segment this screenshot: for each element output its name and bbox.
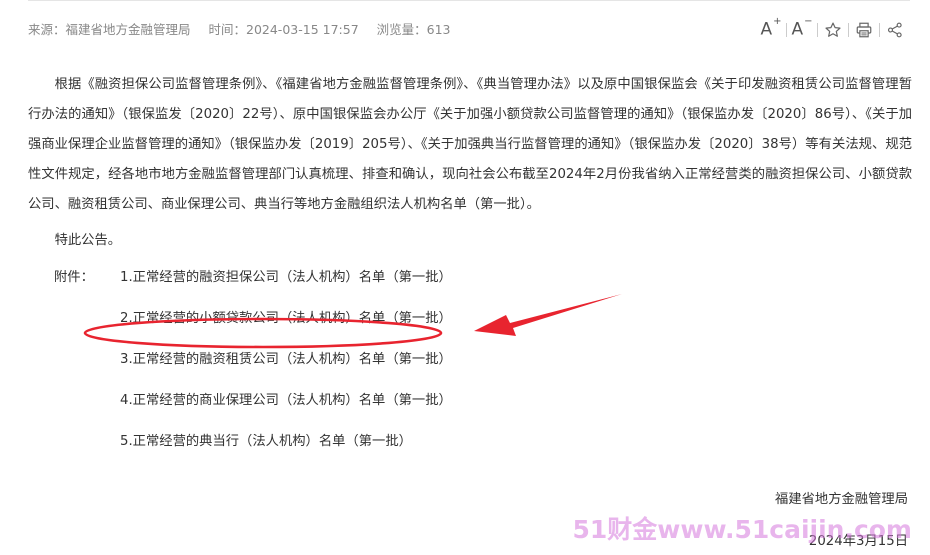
- list-item: 2.正常经营的小额贷款公司（法人机构）名单（第一批）: [28, 309, 912, 350]
- attachment-link-4[interactable]: 4.正常经营的商业保理公司（法人机构）名单（第一批）: [120, 393, 452, 408]
- list-item: 4.正常经营的商业保理公司（法人机构）名单（第一批）: [28, 391, 912, 432]
- list-item: 附件： 1.正常经营的融资担保公司（法人机构）名单（第一批）: [28, 268, 912, 309]
- list-item: 5.正常经营的典当行（法人机构）名单（第一批）: [28, 432, 912, 473]
- view-count: 浏览量：613: [376, 22, 451, 37]
- signature-date: 2024年3月15日: [808, 534, 908, 549]
- favorite-button[interactable]: [818, 17, 848, 43]
- attachment-label: 附件：: [54, 270, 94, 285]
- attachment-link-3[interactable]: 3.正常经营的融资租赁公司（法人机构）名单（第一批）: [120, 352, 452, 367]
- font-decrease-icon: A−: [791, 16, 813, 40]
- print-button[interactable]: [849, 17, 879, 43]
- printer-icon: [856, 22, 872, 38]
- article-paragraph: 根据《融资担保公司监督管理条例》、《福建省地方金融监督管理条例》、《典当管理办法…: [28, 77, 912, 212]
- article-meta: 来源：福建省地方金融管理局 时间：2024-03-15 17:57 浏览量：61…: [28, 20, 464, 40]
- font-decrease-button[interactable]: A−: [787, 17, 817, 43]
- top-divider: [28, 0, 910, 1]
- attachment-link-1[interactable]: 1.正常经营的融资担保公司（法人机构）名单（第一批）: [120, 270, 452, 285]
- notice-line: 特此公告。: [54, 233, 122, 248]
- star-icon: [825, 22, 841, 37]
- share-icon: [887, 22, 902, 38]
- publish-time: 时间：2024-03-15 17:57: [208, 22, 359, 37]
- font-increase-icon: A+: [760, 16, 782, 40]
- source-label: 来源：福建省地方金融管理局: [28, 22, 191, 37]
- attachment-link-2[interactable]: 2.正常经营的小额贷款公司（法人机构）名单（第一批）: [120, 311, 452, 326]
- font-increase-button[interactable]: A+: [756, 17, 786, 43]
- signature-organization: 福建省地方金融管理局: [775, 492, 908, 507]
- share-button[interactable]: [880, 17, 910, 43]
- list-item: 3.正常经营的融资租赁公司（法人机构）名单（第一批）: [28, 350, 912, 391]
- article-body: 根据《融资担保公司监督管理条例》、《福建省地方金融监督管理条例》、《典当管理办法…: [28, 70, 912, 473]
- article-toolbar: A+ A−: [756, 17, 910, 43]
- attachment-link-5[interactable]: 5.正常经营的典当行（法人机构）名单（第一批）: [120, 434, 412, 449]
- attachment-list: 附件： 1.正常经营的融资担保公司（法人机构）名单（第一批） 2.正常经营的小额贷…: [28, 268, 912, 473]
